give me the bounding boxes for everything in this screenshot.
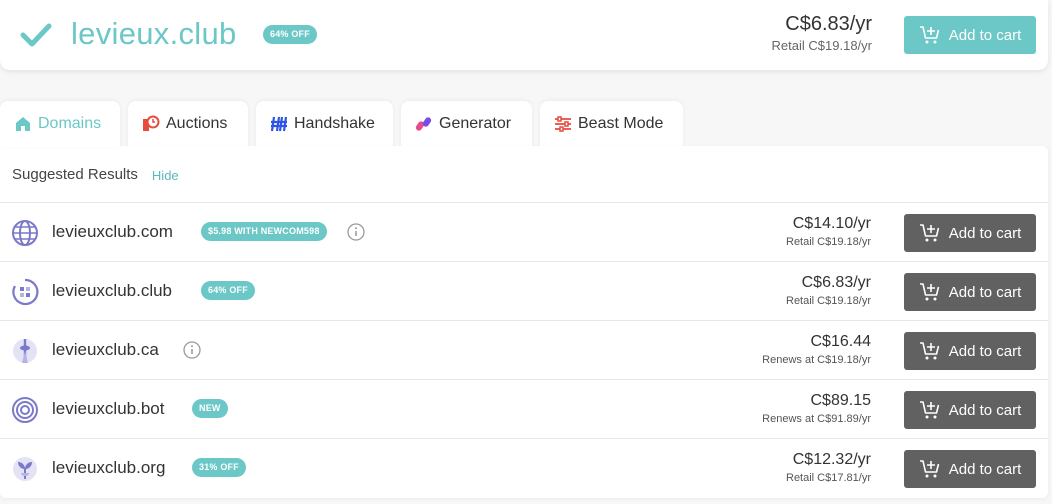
- add-to-cart-button[interactable]: Add to cart: [904, 332, 1036, 370]
- domain-retail-price: Retail C$19.18/yr: [786, 295, 871, 307]
- result-row: levieuxclub.com $5.98 WITH NEWCOM598 C$1…: [0, 203, 1048, 262]
- info-icon[interactable]: [347, 223, 365, 241]
- checkmark-icon: [20, 23, 52, 47]
- domain-name: levieuxclub.org: [52, 458, 166, 477]
- result-row: levieuxclub.org 31% OFF C$12.32/yr Retai…: [0, 439, 1048, 498]
- sliders-icon: [555, 116, 571, 132]
- discount-badge: 64% OFF: [201, 281, 255, 300]
- add-to-cart-button[interactable]: Add to cart: [904, 214, 1036, 252]
- cart-plus-icon: [919, 460, 939, 478]
- suggested-results-header: Suggested Results Hide: [0, 146, 1048, 203]
- sprout-icon: [13, 457, 37, 481]
- cn-tower-icon: [13, 339, 37, 363]
- add-to-cart-button[interactable]: Add to cart: [904, 273, 1036, 311]
- result-row: levieuxclub.club 64% OFF C$6.83/yr Retai…: [0, 262, 1048, 321]
- globe-icon: [12, 220, 38, 246]
- selected-domain-card: levieux.club 64% OFF C$6.83/yr Retail C$…: [0, 0, 1048, 70]
- tab-auctions[interactable]: Auctions: [128, 101, 248, 147]
- add-to-cart-label: Add to cart: [948, 26, 1022, 44]
- tab-label: Domains: [38, 115, 102, 132]
- club-tld-icon: [12, 278, 39, 306]
- discount-badge: 64% OFF: [263, 25, 317, 44]
- domain-renewal-price: Renews at C$91.89/yr: [762, 413, 871, 425]
- cart-plus-icon: [919, 224, 939, 242]
- tab-domains[interactable]: Domains: [0, 101, 120, 147]
- handshake-icon: [270, 116, 288, 132]
- domain-price: C$14.10/yr: [792, 215, 871, 232]
- tab-label: Beast Mode: [578, 115, 664, 132]
- domain-renewal-price: Renews at C$19.18/yr: [762, 354, 871, 366]
- selected-domain-name: levieux.club: [71, 16, 237, 51]
- tab-beast-mode[interactable]: Beast Mode: [540, 101, 683, 147]
- add-to-cart-label: Add to cart: [948, 224, 1022, 242]
- add-to-cart-label: Add to cart: [948, 342, 1022, 360]
- add-to-cart-button[interactable]: Add to cart: [904, 16, 1036, 54]
- tab-generator[interactable]: Generator: [401, 101, 532, 147]
- tab-label: Handshake: [294, 115, 375, 132]
- add-to-cart-button[interactable]: Add to cart: [904, 450, 1036, 488]
- cart-plus-icon: [919, 283, 939, 301]
- discount-badge: 31% OFF: [192, 458, 246, 477]
- tab-handshake[interactable]: Handshake: [256, 101, 393, 147]
- hide-link[interactable]: Hide: [152, 168, 179, 183]
- domain-price: C$16.44: [810, 333, 872, 350]
- cart-plus-icon: [919, 401, 939, 419]
- result-row: levieuxclub.bot NEW C$89.15 Renews at C$…: [0, 380, 1048, 439]
- domain-retail-price: Retail C$17.81/yr: [786, 472, 871, 484]
- results-panel: Suggested Results Hide levieuxclub.com $…: [0, 146, 1048, 498]
- home-icon: [16, 117, 30, 131]
- result-row: levieuxclub.ca C$16.44 Renews at C$19.18…: [0, 321, 1048, 380]
- selected-retail-price: Retail C$19.18/yr: [771, 38, 872, 53]
- domain-price: C$12.32/yr: [792, 451, 871, 468]
- promo-badge: $5.98 WITH NEWCOM598: [201, 222, 327, 241]
- suggested-results-title: Suggested Results: [12, 165, 138, 183]
- domain-name: levieuxclub.ca: [52, 340, 159, 359]
- tab-label: Auctions: [166, 115, 228, 132]
- add-to-cart-button[interactable]: Add to cart: [904, 391, 1036, 429]
- add-to-cart-label: Add to cart: [948, 460, 1022, 478]
- cart-plus-icon: [919, 342, 939, 360]
- info-icon[interactable]: [183, 341, 201, 359]
- domain-name: levieuxclub.club: [52, 281, 173, 300]
- auction-clock-icon: [143, 115, 160, 131]
- domain-price: C$89.15: [810, 392, 872, 409]
- target-icon: [12, 397, 38, 423]
- add-to-cart-label: Add to cart: [948, 401, 1022, 419]
- tab-label: Generator: [439, 115, 512, 132]
- domain-name: levieuxclub.bot: [52, 399, 165, 418]
- new-badge: NEW: [192, 399, 228, 418]
- add-to-cart-label: Add to cart: [948, 283, 1022, 301]
- generator-icon: [415, 117, 432, 131]
- domain-name: levieuxclub.com: [52, 222, 173, 241]
- cart-plus-icon: [919, 26, 939, 44]
- selected-price: C$6.83/yr: [785, 13, 872, 35]
- domain-price: C$6.83/yr: [801, 274, 871, 291]
- domain-retail-price: Retail C$19.18/yr: [786, 236, 871, 248]
